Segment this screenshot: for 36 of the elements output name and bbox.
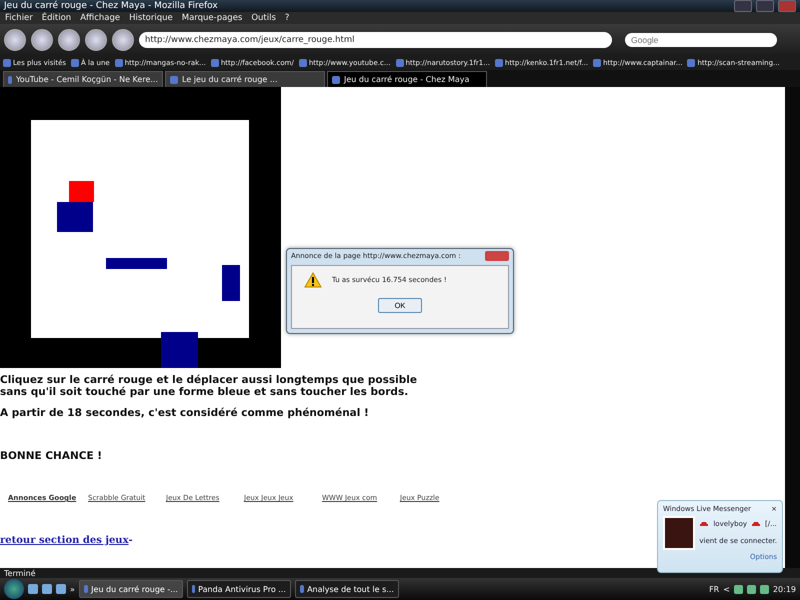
warning-icon: [304, 272, 322, 288]
search-field[interactable]: Google: [625, 33, 777, 47]
menu-item[interactable]: Historique: [129, 13, 173, 23]
more-button[interactable]: »: [70, 584, 75, 594]
menu-item[interactable]: Affichage: [80, 13, 120, 23]
instructions-text: Cliquez sur le carré rouge et le déplacer aussi longtemps que possible sans qu'il soit touché par une forme bleue et sans toucher les bords.: [0, 374, 418, 398]
car-icon: [699, 520, 710, 526]
address-field[interactable]: http://www.chezmaya.com/jeux/carre_rouge.html: [139, 32, 612, 48]
link-suffix: -: [128, 535, 133, 546]
stop-button[interactable]: [85, 29, 107, 51]
taskbar-button[interactable]: Analyse de tout le s...: [294, 580, 399, 598]
back-button[interactable]: [4, 29, 26, 51]
menu-item[interactable]: Outils: [251, 13, 276, 23]
back-link[interactable]: retour section des jeux: [0, 535, 129, 546]
taskbar-button[interactable]: Panda Antivirus Pro ...: [186, 580, 291, 598]
tray-expand-button[interactable]: <: [723, 584, 730, 594]
taskbar-button[interactable]: Jeu du carré rouge -...: [78, 580, 183, 598]
forward-button[interactable]: [31, 29, 53, 51]
window-title: Jeu du carré rouge - Chez Maya - Mozilla Firefox: [4, 1, 218, 11]
browser-tab[interactable]: Le jeu du carré rouge ...: [165, 71, 325, 87]
menu-item[interactable]: Fichier: [5, 13, 33, 23]
browser-tab[interactable]: YouTube - Cemil Koçgün - Ne Kere...: [3, 71, 163, 87]
home-button[interactable]: [112, 29, 134, 51]
start-button[interactable]: [4, 579, 24, 599]
menu-item[interactable]: Édition: [42, 13, 72, 23]
clock: 20:19: [772, 584, 796, 594]
car-icon: [751, 520, 761, 526]
status-text: Terminé: [0, 568, 800, 578]
note-text: A partir de 18 secondes, c'est considéré comme phénoménal !: [0, 407, 370, 419]
avatar-picture: [663, 516, 696, 550]
menu-item[interactable]: ?: [284, 13, 290, 23]
good-luck-text: BONNE CHANCE !: [0, 450, 104, 462]
reload-button[interactable]: [58, 29, 80, 51]
browser-tab[interactable]: Jeu du carré rouge - Chez Maya: [327, 71, 487, 87]
menu-item[interactable]: Marque-pages: [182, 13, 242, 23]
language-indicator[interactable]: FR: [709, 584, 720, 594]
